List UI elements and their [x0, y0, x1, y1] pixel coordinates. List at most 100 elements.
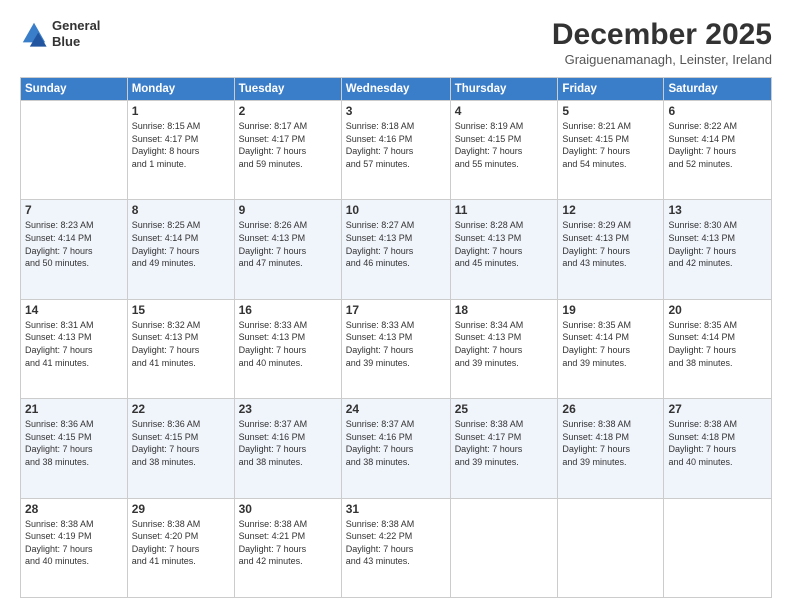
header-row: SundayMondayTuesdayWednesdayThursdayFrid…	[21, 78, 772, 101]
day-number: 23	[239, 402, 337, 416]
day-number: 22	[132, 402, 230, 416]
day-info: Sunrise: 8:26 AM Sunset: 4:13 PM Dayligh…	[239, 220, 308, 268]
day-info: Sunrise: 8:30 AM Sunset: 4:13 PM Dayligh…	[668, 220, 737, 268]
day-info: Sunrise: 8:29 AM Sunset: 4:13 PM Dayligh…	[562, 220, 631, 268]
day-number: 26	[562, 402, 659, 416]
day-info: Sunrise: 8:38 AM Sunset: 4:21 PM Dayligh…	[239, 519, 308, 567]
calendar-cell: 21 Sunrise: 8:36 AM Sunset: 4:15 PM Dayli…	[21, 399, 128, 498]
title-block: December 2025 Graiguenamanagh, Leinster,…	[552, 18, 772, 67]
day-number: 13	[668, 203, 767, 217]
logo: General Blue	[20, 18, 100, 49]
day-number: 1	[132, 104, 230, 118]
calendar-cell: 27 Sunrise: 8:38 AM Sunset: 4:18 PM Dayli…	[664, 399, 772, 498]
header: General Blue December 2025 Graiguenamana…	[20, 18, 772, 67]
day-number: 3	[346, 104, 446, 118]
calendar-cell	[558, 498, 664, 597]
week-row-3: 14 Sunrise: 8:31 AM Sunset: 4:13 PM Dayli…	[21, 299, 772, 398]
day-info: Sunrise: 8:38 AM Sunset: 4:18 PM Dayligh…	[562, 419, 631, 467]
week-row-5: 28Sunrise: 8:38 AM Sunset: 4:19 PM Dayli…	[21, 498, 772, 597]
calendar-cell: 25Sunrise: 8:38 AM Sunset: 4:17 PM Dayli…	[450, 399, 558, 498]
logo-text: General Blue	[52, 18, 100, 49]
day-number: 9	[239, 203, 337, 217]
column-header-wednesday: Wednesday	[341, 78, 450, 101]
calendar-cell	[21, 101, 128, 200]
column-header-sunday: Sunday	[21, 78, 128, 101]
calendar-body: 1 Sunrise: 8:15 AM Sunset: 4:17 PM Daylig…	[21, 101, 772, 598]
day-number: 30	[239, 502, 337, 516]
calendar-cell: 16Sunrise: 8:33 AM Sunset: 4:13 PM Dayli…	[234, 299, 341, 398]
calendar-cell: 6 Sunrise: 8:22 AM Sunset: 4:14 PM Daylig…	[664, 101, 772, 200]
calendar-cell: 22Sunrise: 8:36 AM Sunset: 4:15 PM Dayli…	[127, 399, 234, 498]
calendar-cell: 14 Sunrise: 8:31 AM Sunset: 4:13 PM Dayli…	[21, 299, 128, 398]
day-info: Sunrise: 8:19 AM Sunset: 4:15 PM Dayligh…	[455, 121, 524, 169]
calendar-cell: 20Sunrise: 8:35 AM Sunset: 4:14 PM Dayli…	[664, 299, 772, 398]
calendar-cell: 4 Sunrise: 8:19 AM Sunset: 4:15 PM Daylig…	[450, 101, 558, 200]
day-number: 7	[25, 203, 123, 217]
day-number: 11	[455, 203, 554, 217]
day-number: 6	[668, 104, 767, 118]
day-number: 21	[25, 402, 123, 416]
calendar-cell: 17 Sunrise: 8:33 AM Sunset: 4:13 PM Dayli…	[341, 299, 450, 398]
calendar-cell: 19Sunrise: 8:35 AM Sunset: 4:14 PM Dayli…	[558, 299, 664, 398]
calendar-cell: 12 Sunrise: 8:29 AM Sunset: 4:13 PM Dayli…	[558, 200, 664, 299]
column-header-friday: Friday	[558, 78, 664, 101]
logo-line2: Blue	[52, 34, 100, 50]
day-number: 27	[668, 402, 767, 416]
calendar-cell: 30 Sunrise: 8:38 AM Sunset: 4:21 PM Dayli…	[234, 498, 341, 597]
day-info: Sunrise: 8:37 AM Sunset: 4:16 PM Dayligh…	[346, 419, 415, 467]
day-info: Sunrise: 8:15 AM Sunset: 4:17 PM Dayligh…	[132, 121, 201, 169]
calendar-cell: 24Sunrise: 8:37 AM Sunset: 4:16 PM Dayli…	[341, 399, 450, 498]
day-number: 29	[132, 502, 230, 516]
column-header-thursday: Thursday	[450, 78, 558, 101]
week-row-4: 21 Sunrise: 8:36 AM Sunset: 4:15 PM Dayli…	[21, 399, 772, 498]
day-info: Sunrise: 8:32 AM Sunset: 4:13 PM Dayligh…	[132, 320, 201, 368]
day-info: Sunrise: 8:31 AM Sunset: 4:13 PM Dayligh…	[25, 320, 94, 368]
calendar-cell: 9 Sunrise: 8:26 AM Sunset: 4:13 PM Daylig…	[234, 200, 341, 299]
day-number: 19	[562, 303, 659, 317]
calendar-cell: 15 Sunrise: 8:32 AM Sunset: 4:13 PM Dayli…	[127, 299, 234, 398]
calendar-cell: 3 Sunrise: 8:18 AM Sunset: 4:16 PM Daylig…	[341, 101, 450, 200]
logo-icon	[20, 20, 48, 48]
day-number: 5	[562, 104, 659, 118]
day-number: 2	[239, 104, 337, 118]
day-info: Sunrise: 8:38 AM Sunset: 4:22 PM Dayligh…	[346, 519, 415, 567]
day-number: 17	[346, 303, 446, 317]
day-info: Sunrise: 8:38 AM Sunset: 4:18 PM Dayligh…	[668, 419, 737, 467]
calendar-cell: 2 Sunrise: 8:17 AM Sunset: 4:17 PM Daylig…	[234, 101, 341, 200]
calendar-cell	[450, 498, 558, 597]
calendar-cell: 31Sunrise: 8:38 AM Sunset: 4:22 PM Dayli…	[341, 498, 450, 597]
day-number: 25	[455, 402, 554, 416]
calendar-cell: 18Sunrise: 8:34 AM Sunset: 4:13 PM Dayli…	[450, 299, 558, 398]
week-row-1: 1 Sunrise: 8:15 AM Sunset: 4:17 PM Daylig…	[21, 101, 772, 200]
day-info: Sunrise: 8:25 AM Sunset: 4:14 PM Dayligh…	[132, 220, 201, 268]
calendar-cell: 28Sunrise: 8:38 AM Sunset: 4:19 PM Dayli…	[21, 498, 128, 597]
day-info: Sunrise: 8:22 AM Sunset: 4:14 PM Dayligh…	[668, 121, 737, 169]
day-info: Sunrise: 8:38 AM Sunset: 4:20 PM Dayligh…	[132, 519, 201, 567]
day-info: Sunrise: 8:17 AM Sunset: 4:17 PM Dayligh…	[239, 121, 308, 169]
calendar-cell: 7 Sunrise: 8:23 AM Sunset: 4:14 PM Daylig…	[21, 200, 128, 299]
calendar-header: SundayMondayTuesdayWednesdayThursdayFrid…	[21, 78, 772, 101]
day-info: Sunrise: 8:23 AM Sunset: 4:14 PM Dayligh…	[25, 220, 94, 268]
day-info: Sunrise: 8:37 AM Sunset: 4:16 PM Dayligh…	[239, 419, 308, 467]
day-number: 14	[25, 303, 123, 317]
day-number: 15	[132, 303, 230, 317]
calendar-cell	[664, 498, 772, 597]
calendar-cell: 29 Sunrise: 8:38 AM Sunset: 4:20 PM Dayli…	[127, 498, 234, 597]
subtitle: Graiguenamanagh, Leinster, Ireland	[552, 52, 772, 67]
calendar-cell: 13 Sunrise: 8:30 AM Sunset: 4:13 PM Dayli…	[664, 200, 772, 299]
logo-line1: General	[52, 18, 100, 34]
day-number: 20	[668, 303, 767, 317]
day-number: 28	[25, 502, 123, 516]
day-info: Sunrise: 8:36 AM Sunset: 4:15 PM Dayligh…	[25, 419, 94, 467]
main-title: December 2025	[552, 18, 772, 52]
day-info: Sunrise: 8:18 AM Sunset: 4:16 PM Dayligh…	[346, 121, 415, 169]
day-info: Sunrise: 8:33 AM Sunset: 4:13 PM Dayligh…	[346, 320, 415, 368]
calendar-cell: 23 Sunrise: 8:37 AM Sunset: 4:16 PM Dayli…	[234, 399, 341, 498]
calendar-cell: 8Sunrise: 8:25 AM Sunset: 4:14 PM Daylig…	[127, 200, 234, 299]
day-info: Sunrise: 8:34 AM Sunset: 4:13 PM Dayligh…	[455, 320, 524, 368]
day-number: 12	[562, 203, 659, 217]
day-number: 4	[455, 104, 554, 118]
column-header-monday: Monday	[127, 78, 234, 101]
day-number: 16	[239, 303, 337, 317]
calendar-cell: 26 Sunrise: 8:38 AM Sunset: 4:18 PM Dayli…	[558, 399, 664, 498]
